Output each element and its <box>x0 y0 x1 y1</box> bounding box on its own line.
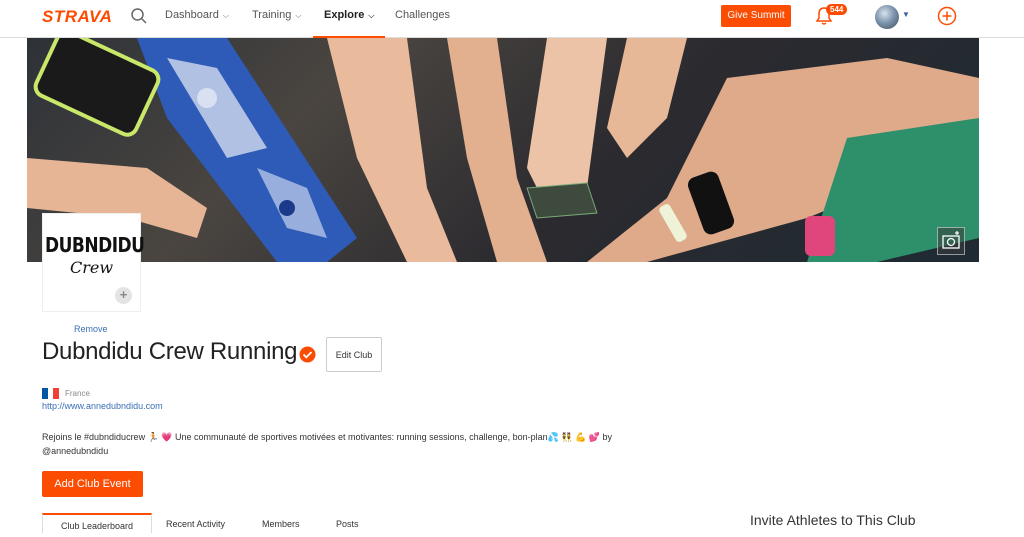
club-avatar-logo-line1: DUBNDIDU <box>45 234 145 258</box>
france-flag-icon <box>42 388 59 399</box>
top-nav: STRAVA Dashboard ⌵ Training ⌵ Explore ⌵ Cha… <box>0 0 1024 38</box>
verified-icon <box>299 346 316 363</box>
nav-dashboard-label: Dashboard <box>165 9 219 21</box>
tab-club-leaderboard[interactable]: Club Leaderboard <box>42 513 152 533</box>
notification-badge: 544 <box>826 4 848 15</box>
nav-explore-label: Explore <box>324 9 365 21</box>
cover-hands-illustration <box>27 38 979 262</box>
strava-logo[interactable]: STRAVA <box>42 7 112 27</box>
cover-photo <box>27 38 979 262</box>
give-summit-button[interactable]: Give Summit <box>721 5 791 27</box>
edit-club-button[interactable]: Edit Club <box>326 337 382 372</box>
nav-training-label: Training <box>252 9 292 21</box>
camera-icon <box>942 231 960 249</box>
nav-explore[interactable]: Explore ⌵ <box>313 0 386 38</box>
chevron-down-icon[interactable]: ▼ <box>902 10 910 19</box>
avatar[interactable] <box>875 5 899 29</box>
club-avatar-logo-line2: Crew <box>69 258 114 277</box>
nav-dashboard[interactable]: Dashboard ⌵ <box>165 0 229 36</box>
tab-recent-activity[interactable]: Recent Activity <box>166 513 225 531</box>
chevron-down-icon: ⌵ <box>368 11 375 20</box>
chevron-down-icon: ⌵ <box>222 11 229 20</box>
remove-avatar-link[interactable]: Remove <box>74 324 108 334</box>
tab-members[interactable]: Members <box>262 513 300 531</box>
plus-circle-icon[interactable] <box>937 6 957 26</box>
invite-athletes-heading: Invite Athletes to This Club <box>750 512 916 528</box>
nav-challenges[interactable]: Challenges <box>395 0 450 36</box>
club-description-line2: @annedubndidu <box>42 446 109 456</box>
page-title: Dubndidu Crew Running <box>42 338 298 365</box>
club-description-line1: Rejoins le #dubndiducrew 🏃 💗 Une communa… <box>42 432 613 442</box>
tab-posts[interactable]: Posts <box>336 513 359 531</box>
club-description: Rejoins le #dubndiducrew 🏃 💗 Une communa… <box>42 430 682 458</box>
change-cover-button[interactable] <box>937 227 965 255</box>
chevron-down-icon: ⌵ <box>295 11 302 20</box>
search-icon[interactable] <box>130 7 148 25</box>
club-website-link[interactable]: http://www.annedubndidu.com <box>42 401 163 411</box>
add-avatar-icon[interactable]: + <box>115 287 132 304</box>
nav-challenges-label: Challenges <box>395 9 451 21</box>
add-club-event-button[interactable]: Add Club Event <box>42 471 143 497</box>
nav-training[interactable]: Training ⌵ <box>252 0 301 36</box>
club-country: France <box>65 389 90 398</box>
